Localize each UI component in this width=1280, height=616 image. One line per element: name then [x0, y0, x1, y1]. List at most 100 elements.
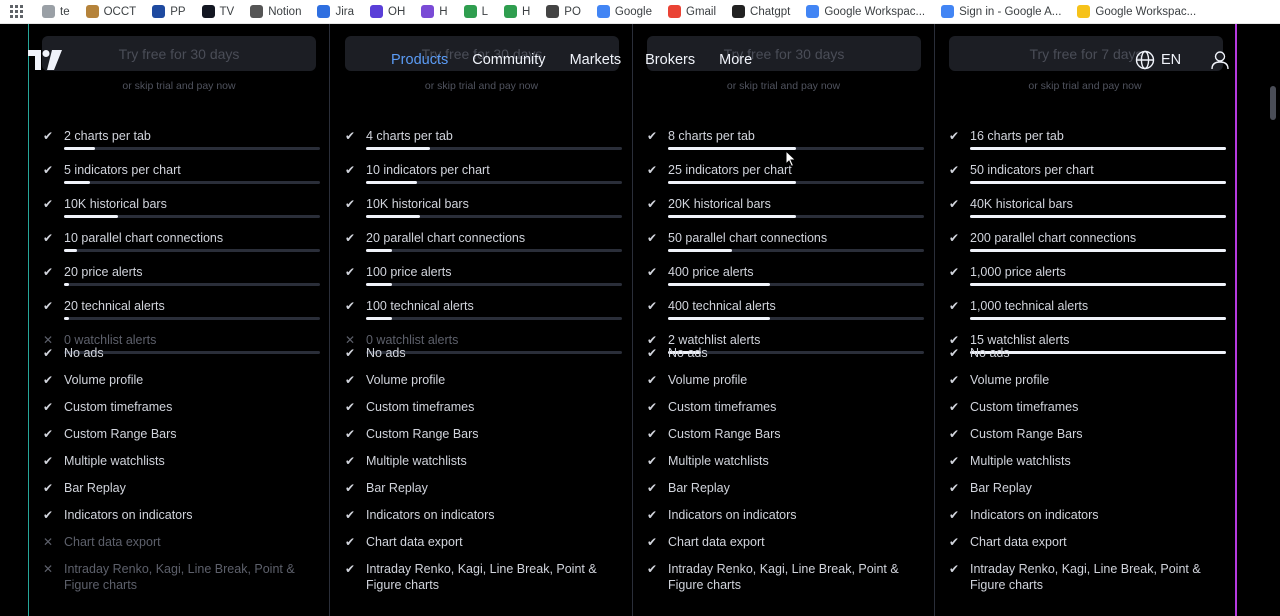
user-icon[interactable]: [1210, 50, 1230, 70]
checkmark-icon: ✔: [949, 427, 960, 441]
checkmark-icon: ✔: [345, 231, 356, 245]
bookmark-item[interactable]: H: [503, 5, 530, 18]
feature-label: Chart data export: [64, 535, 161, 549]
bookmark-item[interactable]: OH: [370, 5, 405, 18]
start-trial-button[interactable]: Try free for 7 days: [949, 36, 1223, 71]
feature-label: 40K historical bars: [970, 197, 1073, 211]
apps-grid-icon[interactable]: [10, 4, 24, 19]
feature-label: 10K historical bars: [64, 197, 167, 211]
bookmark-item[interactable]: Chatgpt: [732, 5, 790, 18]
tradingview-favicon: [201, 5, 215, 18]
checkmark-icon: ✔: [949, 197, 960, 211]
feature-label: 5 indicators per chart: [64, 163, 181, 177]
feature-label: Bar Replay: [970, 481, 1032, 495]
scrollbar-thumb[interactable]: [1270, 86, 1276, 120]
feature-level-bar: [668, 181, 924, 184]
feature-label: 20 parallel chart connections: [366, 231, 526, 245]
feature-label: Indicators on indicators: [970, 508, 1099, 522]
bookmark-label: Google Workspac...: [824, 5, 926, 18]
oh-favicon: [370, 5, 384, 18]
skip-trial-link[interactable]: or skip trial and pay now: [935, 80, 1235, 92]
checkmark-icon: ✔: [949, 481, 960, 495]
feature-label: Chart data export: [366, 535, 463, 549]
checkmark-icon: ✔: [43, 427, 54, 441]
checkmark-icon: ✔: [647, 508, 658, 522]
feature-label: Intraday Renko, Kagi, Line Break, Point …: [64, 562, 295, 592]
nav-brokers[interactable]: Brokers: [645, 52, 695, 68]
skip-trial-link[interactable]: or skip trial and pay now: [633, 80, 934, 92]
feature-label: Custom timeframes: [970, 400, 1079, 414]
checkmark-icon: ✔: [345, 535, 356, 549]
checkmark-icon: ✔: [345, 299, 356, 313]
bookmark-item[interactable]: PO: [546, 5, 581, 18]
feature-label: 1,000 technical alerts: [970, 299, 1089, 313]
feature-label: Intraday Renko, Kagi, Line Break, Point …: [668, 562, 899, 592]
bookmark-label: Notion: [268, 5, 302, 18]
bookmark-item[interactable]: Sign in - Google A...: [941, 5, 1061, 18]
feature-level-fill: [64, 317, 70, 320]
plan-column: Try free for 30 days or skip trial and pa…: [633, 24, 935, 616]
skip-trial-link[interactable]: or skip trial and pay now: [331, 80, 632, 92]
checkmark-icon: ✔: [345, 373, 356, 387]
checkmark-icon: ✔: [345, 163, 356, 177]
page-scrollbar[interactable]: [1266, 24, 1280, 616]
main-nav: Products Community Markets Brokers More: [391, 52, 776, 68]
bookmark-item[interactable]: Google Workspac...: [1077, 5, 1196, 18]
checkmark-icon: ✔: [949, 129, 960, 143]
feature-label: 8 charts per tab: [668, 129, 755, 143]
language-switcher[interactable]: EN: [1135, 50, 1181, 70]
feature-level-bar: [64, 317, 320, 320]
bookmark-item[interactable]: te: [42, 5, 70, 18]
feature-level-fill: [668, 317, 771, 320]
feature-label: Volume profile: [970, 373, 1050, 387]
feature-level-fill: [366, 181, 418, 184]
feature-level-fill: [668, 215, 796, 218]
feature-label: Bar Replay: [668, 481, 730, 495]
feature-label: Chart data export: [970, 535, 1067, 549]
tradingview-logo-icon[interactable]: [28, 50, 62, 70]
google-favicon: [596, 5, 610, 18]
bookmark-item[interactable]: Gmail: [668, 5, 716, 18]
feature-label: Multiple watchlists: [64, 454, 165, 468]
checkmark-icon: ✔: [43, 231, 54, 245]
nav-products[interactable]: Products: [391, 52, 448, 68]
feature-level-bar: [366, 147, 622, 150]
feature-level-bar: [970, 317, 1226, 320]
bookmark-item[interactable]: L: [463, 5, 488, 18]
nav-more[interactable]: More: [719, 52, 752, 68]
nav-markets[interactable]: Markets: [570, 52, 622, 68]
bookmark-item[interactable]: TV: [201, 5, 235, 18]
sheets-favicon: [463, 5, 477, 18]
checkmark-icon: ✔: [43, 163, 54, 177]
nav-community[interactable]: Community: [472, 52, 545, 68]
bookmark-item[interactable]: OCCT: [85, 5, 136, 18]
checkmark-icon: ✔: [647, 129, 658, 143]
checkmark-icon: ✔: [949, 373, 960, 387]
bookmark-item[interactable]: Google Workspac...: [806, 5, 925, 18]
checkmark-icon: ✔: [949, 454, 960, 468]
bookmark-item[interactable]: Notion: [250, 5, 301, 18]
feature-label: Custom timeframes: [668, 400, 777, 414]
bookmark-item[interactable]: Google: [596, 5, 652, 18]
feature-label: Custom timeframes: [366, 400, 475, 414]
feature-level-fill: [64, 215, 118, 218]
bookmark-item[interactable]: Jira: [317, 5, 354, 18]
feature-label: 50 parallel chart connections: [668, 231, 828, 245]
bookmark-item[interactable]: H: [421, 5, 448, 18]
language-label: EN: [1161, 52, 1182, 68]
feature-label: Indicators on indicators: [64, 508, 193, 522]
bookmark-label: TV: [219, 5, 235, 18]
checkmark-icon: ✔: [345, 265, 356, 279]
mouse-cursor-icon: [785, 150, 797, 168]
jira-favicon: [317, 5, 331, 18]
feature-label: 400 price alerts: [668, 265, 754, 279]
start-trial-button[interactable]: Try free for 30 days: [42, 36, 316, 71]
feature-level-bar: [64, 181, 320, 184]
skip-trial-link[interactable]: or skip trial and pay now: [29, 80, 329, 92]
checkmark-icon: ✔: [949, 508, 960, 522]
checkmark-icon: ✔: [647, 481, 658, 495]
feature-label: 10 indicators per chart: [366, 163, 490, 177]
checkmark-icon: ✔: [949, 346, 960, 360]
bookmark-label: te: [60, 5, 70, 18]
bookmark-item[interactable]: PP: [152, 5, 186, 18]
